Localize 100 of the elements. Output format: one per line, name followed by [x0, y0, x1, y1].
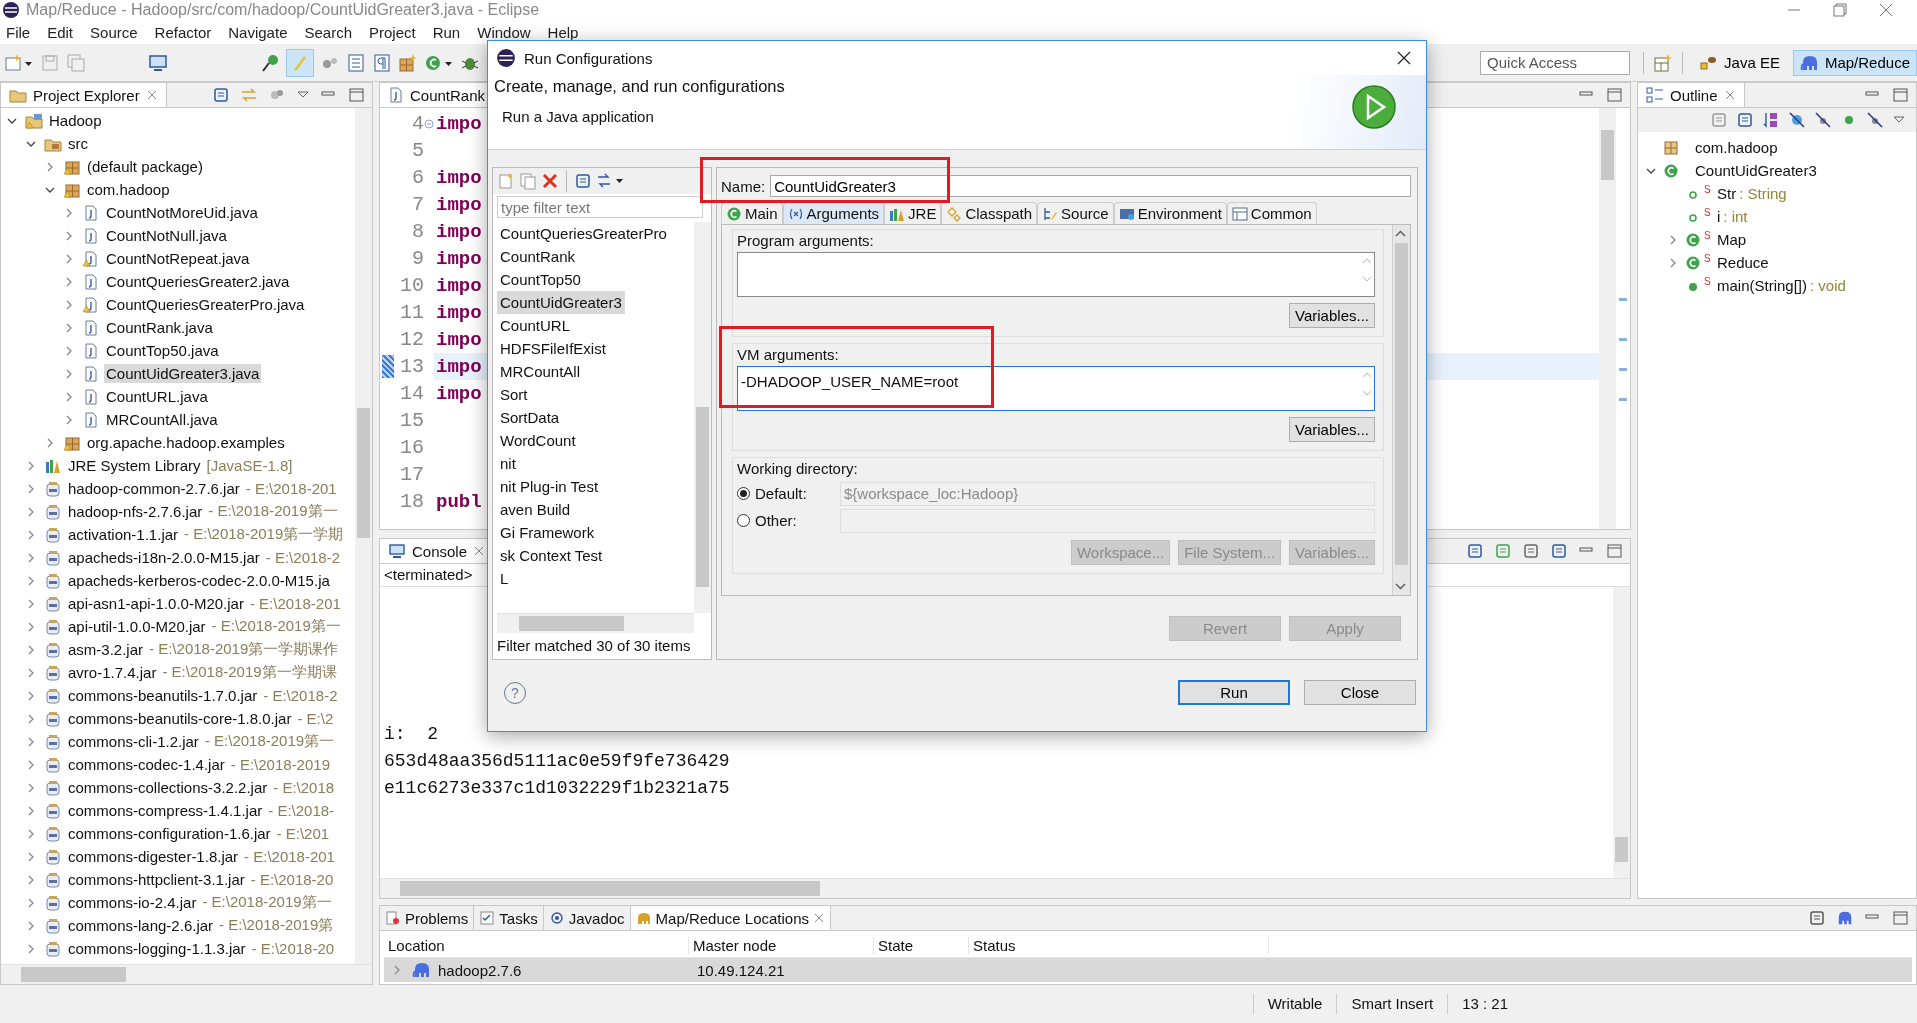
- tree-item[interactable]: hadoop-nfs-2.7.6.jar: [66, 502, 205, 521]
- tree-item[interactable]: apacheds-kerberos-codec-2.0.0-M15.ja: [66, 571, 332, 590]
- configuration-item[interactable]: CountUidGreater3: [497, 291, 625, 314]
- menu-item[interactable]: Search: [304, 23, 352, 41]
- filter-field[interactable]: type filter text: [497, 196, 703, 218]
- configuration-item[interactable]: Gi Framework: [497, 521, 598, 544]
- tree-item[interactable]: commons-compress-1.4.1.jar: [66, 801, 265, 820]
- configuration-item[interactable]: CountURL: [497, 314, 574, 337]
- column-header[interactable]: Location: [384, 936, 689, 954]
- column-header[interactable]: Status: [969, 936, 1269, 954]
- dialog-button[interactable]: Run: [1178, 680, 1290, 705]
- menu-item[interactable]: Project: [369, 23, 416, 41]
- outline-item[interactable]: com.hadoop: [1693, 139, 1778, 156]
- configuration-item[interactable]: CountQueriesGreaterPro: [497, 222, 670, 245]
- tree-item[interactable]: apacheds-i18n-2.0.0-M15.jar: [66, 548, 262, 567]
- dialog-tab[interactable]: Environment: [1113, 202, 1227, 224]
- perspective-button[interactable]: Java EE: [1692, 49, 1787, 76]
- tree-item[interactable]: MRCountAll.java: [104, 410, 220, 429]
- outline-item[interactable]: Str: [1715, 185, 1737, 202]
- tree-item[interactable]: commons-beanutils-core-1.8.0.jar: [66, 709, 294, 728]
- menu-item[interactable]: Source: [90, 23, 138, 41]
- table-row[interactable]: hadoop2.7.6 10.49.124.21: [384, 958, 1912, 982]
- tree-item[interactable]: JRE System Library: [66, 456, 203, 475]
- configuration-item[interactable]: CountTop50: [497, 268, 584, 291]
- dialog-tab[interactable]: JRE: [884, 202, 942, 224]
- dialog-button[interactable]: Close: [1304, 680, 1416, 705]
- tree-item[interactable]: CountQueriesGreater2.java: [104, 272, 292, 291]
- radio-label[interactable]: Default:: [755, 485, 835, 502]
- tree-item[interactable]: commons-codec-1.4.jar: [66, 755, 227, 774]
- outline-item[interactable]: main(String[]): [1715, 277, 1808, 294]
- configuration-item[interactable]: aven Build: [497, 498, 574, 521]
- menu-item[interactable]: Window: [477, 23, 531, 41]
- tree-item[interactable]: commons-cli-1.2.jar: [66, 732, 201, 751]
- outline-item[interactable]: CountUidGreater3: [1693, 162, 1817, 179]
- tree-item[interactable]: src: [66, 134, 90, 153]
- tree-item[interactable]: (default package): [85, 157, 205, 176]
- configuration-item[interactable]: nit Plug-in Test: [497, 475, 602, 498]
- menu-item[interactable]: Help: [547, 23, 579, 41]
- column-header[interactable]: State: [874, 936, 969, 954]
- outline-item[interactable]: i: [1715, 208, 1721, 225]
- view-tab[interactable]: Tasks: [474, 906, 544, 930]
- tree-item[interactable]: com.hadoop: [85, 180, 172, 199]
- tree-item[interactable]: CountRank.java: [104, 318, 215, 337]
- dialog-tab[interactable]: Source: [1037, 202, 1114, 224]
- quick-access-field[interactable]: Quick Access: [1480, 50, 1631, 75]
- perspective-button[interactable]: Map/Reduce: [1792, 49, 1917, 76]
- tree-item[interactable]: commons-beanutils-1.7.0.jar: [66, 686, 260, 705]
- column-header[interactable]: Master node: [689, 936, 874, 954]
- tree-item[interactable]: Hadoop: [47, 111, 104, 130]
- tree-item[interactable]: CountNotRepeat.java: [104, 249, 252, 268]
- radio-label[interactable]: Other:: [755, 512, 835, 529]
- tree-item[interactable]: api-util-1.0.0-M20.jar: [66, 617, 208, 636]
- tree-item[interactable]: commons-io-2.4.jar: [66, 893, 199, 912]
- tree-item[interactable]: commons-collections-3.2.2.jar: [66, 778, 270, 797]
- menu-item[interactable]: Navigate: [228, 23, 288, 41]
- menu-item[interactable]: Refactor: [154, 23, 212, 41]
- tree-item[interactable]: avro-1.7.4.jar: [66, 663, 159, 682]
- configuration-item[interactable]: sk Context Test: [497, 544, 606, 567]
- tree-item[interactable]: activation-1.1.jar: [66, 525, 181, 544]
- name-field[interactable]: CountUidGreater3: [770, 175, 1411, 197]
- tree-item[interactable]: CountNotMoreUid.java: [104, 203, 260, 222]
- tree-item[interactable]: commons-digester-1.8.jar: [66, 847, 241, 866]
- tree-item[interactable]: CountUidGreater3.java: [104, 364, 262, 383]
- editor-tab-label: CountRank: [410, 86, 486, 104]
- tree-item[interactable]: commons-lang-2.6.jar: [66, 916, 216, 935]
- configuration-item[interactable]: L: [497, 567, 512, 590]
- configuration-item[interactable]: HDFSFileIfExist: [497, 337, 609, 360]
- menu-item[interactable]: Run: [432, 23, 461, 41]
- tree-item[interactable]: hadoop-common-2.7.6.jar: [66, 479, 242, 498]
- configuration-item[interactable]: SortData: [497, 406, 563, 429]
- tree-item[interactable]: commons-httpclient-3.1.jar: [66, 870, 247, 889]
- tree-item[interactable]: CountNotNull.java: [104, 226, 229, 245]
- view-tab[interactable]: Outline: [1638, 83, 1745, 107]
- view-tab[interactable]: Project Explorer: [1, 83, 167, 107]
- outline-item[interactable]: Reduce: [1715, 254, 1769, 271]
- view-tab[interactable]: Javadoc: [543, 906, 631, 930]
- view-tab[interactable]: Map/Reduce Locations: [630, 906, 831, 930]
- tree-item[interactable]: CountURL.java: [104, 387, 210, 406]
- dialog-tab[interactable]: Main: [721, 202, 783, 224]
- variables-button[interactable]: Variables...: [1289, 303, 1375, 328]
- outline-item[interactable]: Map: [1715, 231, 1747, 248]
- tree-item[interactable]: org.apache.hadoop.examples: [85, 433, 287, 452]
- tree-item[interactable]: commons-logging-1.1.3.jar: [66, 939, 248, 958]
- configuration-item[interactable]: Sort: [497, 383, 531, 406]
- dialog-tab[interactable]: Classpath: [941, 202, 1038, 224]
- menu-item[interactable]: File: [6, 23, 31, 41]
- dialog-tab[interactable]: Common: [1226, 202, 1317, 224]
- vm-arguments-field[interactable]: -DHADOOP_USER_NAME=root: [737, 366, 1375, 411]
- configuration-item[interactable]: nit: [497, 452, 519, 475]
- configuration-item[interactable]: MRCountAll: [497, 360, 584, 383]
- tree-item[interactable]: CountTop50.java: [104, 341, 221, 360]
- configuration-item[interactable]: WordCount: [497, 429, 579, 452]
- menu-item[interactable]: Edit: [47, 23, 74, 41]
- configuration-item[interactable]: CountRank: [497, 245, 579, 268]
- variables-button[interactable]: Variables...: [1289, 417, 1375, 442]
- tree-item[interactable]: commons-configuration-1.6.jar: [66, 824, 273, 843]
- tree-item[interactable]: asm-3.2.jar: [66, 640, 146, 659]
- view-tab[interactable]: Problems: [380, 906, 475, 930]
- tree-item[interactable]: CountQueriesGreaterPro.java: [104, 295, 307, 314]
- tree-item[interactable]: api-asn1-api-1.0.0-M20.jar: [66, 594, 246, 613]
